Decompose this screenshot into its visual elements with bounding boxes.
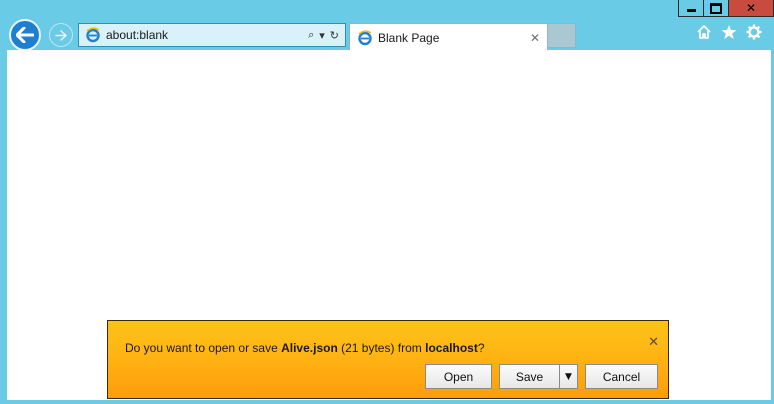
tab-blank-page[interactable]: Blank Page ✕ [349, 23, 548, 51]
message-prefix: Do you want to open or save [125, 341, 282, 355]
message-suffix: ? [477, 341, 485, 355]
ie-tab-icon [358, 29, 372, 45]
new-tab-button[interactable] [548, 23, 576, 48]
minimize-icon [686, 8, 696, 12]
download-notification-bar: Do you want to open or save Alive.json (… [107, 320, 669, 399]
ie-page-icon [86, 27, 100, 43]
save-options-button[interactable]: ▼ [559, 364, 578, 389]
close-window-button[interactable]: ✕ [728, 0, 774, 17]
command-icons [696, 24, 762, 40]
home-button[interactable] [696, 24, 712, 40]
address-input[interactable]: about:blank [106, 28, 308, 42]
download-source: localhost [425, 341, 478, 355]
file-name: Alive.json [281, 341, 338, 355]
tab-title: Blank Page [378, 30, 440, 45]
save-button[interactable]: Save [499, 364, 560, 389]
tab-close-icon[interactable]: ✕ [530, 31, 540, 45]
arrow-right-icon [55, 29, 67, 41]
caret-down-icon: ▼ [565, 371, 572, 382]
home-icon [697, 25, 711, 39]
notification-message: Do you want to open or save Alive.json (… [125, 341, 485, 355]
chevron-down-icon[interactable]: ▾ [319, 29, 325, 42]
maximize-icon [710, 2, 722, 14]
gear-icon [746, 24, 762, 40]
minimize-button[interactable] [678, 0, 704, 17]
notification-close-icon[interactable]: ✕ [648, 335, 659, 350]
file-size: (21 bytes) from [337, 341, 426, 355]
maximize-button[interactable] [703, 0, 729, 17]
forward-button[interactable] [49, 23, 73, 47]
close-icon: ✕ [745, 1, 757, 15]
arrow-left-icon [16, 27, 34, 43]
open-button[interactable]: Open [425, 364, 492, 389]
refresh-icon[interactable]: ↻ [330, 29, 339, 42]
address-bar-buttons: ⌕ ▾ ↻ [308, 28, 339, 42]
window-controls: ✕ [678, 0, 774, 18]
address-bar[interactable]: about:blank ⌕ ▾ ↻ [78, 23, 346, 47]
favorites-button[interactable] [721, 24, 737, 40]
back-button[interactable] [9, 19, 41, 51]
tools-button[interactable] [746, 24, 762, 40]
search-icon[interactable]: ⌕ [308, 28, 314, 42]
cancel-button[interactable]: Cancel [585, 364, 658, 389]
star-icon [721, 25, 737, 39]
